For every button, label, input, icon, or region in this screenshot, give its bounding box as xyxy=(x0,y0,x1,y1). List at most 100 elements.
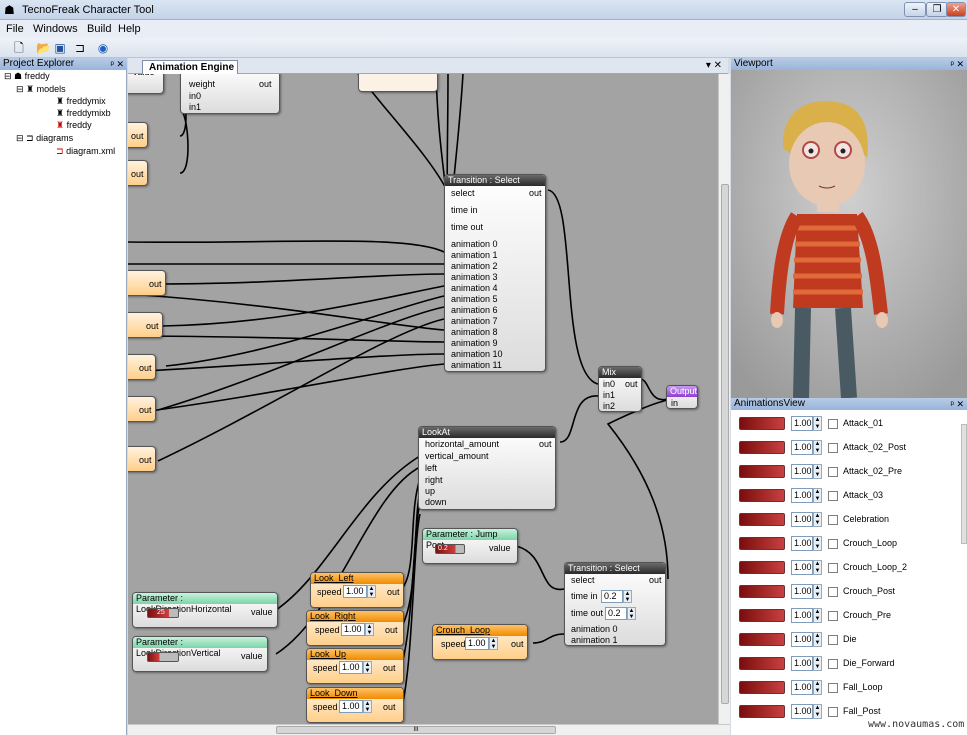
diagram-icon[interactable]: ⊐ xyxy=(73,41,87,55)
maximize-button[interactable]: ❐ xyxy=(926,2,948,17)
animation-enable-checkbox[interactable] xyxy=(828,707,838,717)
tree-item-freddymixb[interactable]: ♜ freddymixb xyxy=(56,108,111,119)
node-graph-canvas[interactable]: weight out in0 in1 value out out out out… xyxy=(128,74,718,725)
mix-node[interactable]: Mix in0 out in1 in2 xyxy=(598,366,642,412)
animation-enable-checkbox[interactable] xyxy=(828,539,838,549)
animation-weight-bar[interactable] xyxy=(739,681,785,694)
anim-node-a[interactable]: out xyxy=(128,122,148,148)
look-up-node[interactable]: Look_Up speed 1.00 ▲ ▼ out xyxy=(306,648,404,684)
animation-row[interactable]: 1.00 ▲ ▼ Crouch_Pre xyxy=(737,607,957,625)
speed-input[interactable]: 1.00 xyxy=(339,661,363,674)
panel-pin-close-icon[interactable]: ᵖ ✕ xyxy=(111,58,124,70)
menu-file[interactable]: File xyxy=(6,23,24,35)
animation-row[interactable]: 1.00 ▲ ▼ Attack_01 xyxy=(737,415,957,433)
animation-weight-bar[interactable] xyxy=(739,705,785,718)
animation-speed-spinner[interactable]: ▲ ▼ xyxy=(813,512,822,527)
animation-row[interactable]: 1.00 ▲ ▼ Crouch_Loop_2 xyxy=(737,559,957,577)
speed-spinner[interactable]: ▲ ▼ xyxy=(365,623,374,636)
jump-post-value-bar[interactable]: 0.2 xyxy=(435,544,465,554)
speed-input[interactable]: 1.00 xyxy=(465,637,489,650)
animation-enable-checkbox[interactable] xyxy=(828,419,838,429)
tree-item-diagrams[interactable]: ⊟ ⊐ diagrams xyxy=(16,133,73,144)
anim-node-e[interactable]: out xyxy=(128,354,156,380)
open-folder-icon[interactable]: 📂 xyxy=(36,41,51,55)
animation-weight-bar[interactable] xyxy=(739,609,785,622)
animation-weight-bar[interactable] xyxy=(739,513,785,526)
look-vertical-value-bar[interactable] xyxy=(147,652,179,662)
transition-select-node-2[interactable]: Transition : Select select out time in 0… xyxy=(564,562,666,646)
tab-animation-engine[interactable]: Animation Engine xyxy=(142,60,238,75)
anim-node-g[interactable]: out xyxy=(128,446,156,472)
animation-speed-spinner[interactable]: ▲ ▼ xyxy=(813,680,822,695)
animation-speed-spinner[interactable]: ▲ ▼ xyxy=(813,536,822,551)
animation-row[interactable]: 1.00 ▲ ▼ Fall_Loop xyxy=(737,679,957,697)
new-file-icon[interactable]: 🗋 xyxy=(12,41,26,55)
animation-speed-spinner[interactable]: ▲ ▼ xyxy=(813,608,822,623)
look-horizontal-value-bar[interactable]: 25 xyxy=(147,608,179,618)
crouch-loop-node[interactable]: Crouch_Loop speed 1.00 ▲ ▼ out xyxy=(432,624,528,660)
animation-speed-spinner[interactable]: ▲ ▼ xyxy=(813,656,822,671)
animation-row[interactable]: 1.00 ▲ ▼ Die xyxy=(737,631,957,649)
canvas-vertical-scrollbar[interactable] xyxy=(718,74,730,725)
save-icon[interactable]: ▣ xyxy=(53,41,67,55)
speed-spinner[interactable]: ▲ ▼ xyxy=(363,700,372,713)
animation-speed-input[interactable]: 1.00 xyxy=(791,560,813,575)
animation-row[interactable]: 1.00 ▲ ▼ Celebration xyxy=(737,511,957,529)
parameter-look-vertical-node[interactable]: Parameter : LookDirectionVertical value xyxy=(132,636,268,672)
animation-speed-input[interactable]: 1.00 xyxy=(791,416,813,431)
animation-speed-spinner[interactable]: ▲ ▼ xyxy=(813,584,822,599)
animation-weight-bar[interactable] xyxy=(739,633,785,646)
animation-weight-bar[interactable] xyxy=(739,585,785,598)
parameter-jump-post-node[interactable]: Parameter : Jump Post 0.2 value xyxy=(422,528,518,564)
animation-row[interactable]: 1.00 ▲ ▼ Attack_02_Post xyxy=(737,439,957,457)
animation-row[interactable]: 1.00 ▲ ▼ Crouch_Post xyxy=(737,583,957,601)
animation-enable-checkbox[interactable] xyxy=(828,587,838,597)
value-node-partial[interactable]: value xyxy=(128,74,164,94)
animation-enable-checkbox[interactable] xyxy=(828,683,838,693)
animation-enable-checkbox[interactable] xyxy=(828,491,838,501)
animation-weight-bar[interactable] xyxy=(739,465,785,478)
parameter-look-horizontal-node[interactable]: Parameter : LookDirectionHorizontal 25 v… xyxy=(132,592,278,628)
animation-enable-checkbox[interactable] xyxy=(828,443,838,453)
time-out-spinner[interactable]: ▲ ▼ xyxy=(627,607,636,620)
animation-speed-spinner[interactable]: ▲ ▼ xyxy=(813,464,822,479)
animations-scrollbar[interactable] xyxy=(961,424,967,544)
animation-weight-bar[interactable] xyxy=(739,489,785,502)
animation-speed-spinner[interactable]: ▲ ▼ xyxy=(813,632,822,647)
transition-select-node-1[interactable]: Transition : Select select out time in t… xyxy=(444,174,546,372)
speed-spinner[interactable]: ▲ ▼ xyxy=(363,661,372,674)
anim-node-c[interactable]: out xyxy=(128,270,166,296)
lookat-node[interactable]: LookAt horizontal_amount out vertical_am… xyxy=(418,426,556,510)
speed-spinner[interactable]: ▲ ▼ xyxy=(367,585,376,598)
anim-node-b[interactable]: out xyxy=(128,160,148,186)
animation-weight-bar[interactable] xyxy=(739,561,785,574)
anim-node-f[interactable]: out xyxy=(128,396,156,422)
menu-build[interactable]: Build xyxy=(87,23,111,35)
canvas-horizontal-scrollbar[interactable]: III xyxy=(128,724,730,735)
animation-speed-input[interactable]: 1.00 xyxy=(791,680,813,695)
animation-weight-bar[interactable] xyxy=(739,537,785,550)
speed-input[interactable]: 1.00 xyxy=(339,700,363,713)
animation-speed-input[interactable]: 1.00 xyxy=(791,464,813,479)
animation-speed-input[interactable]: 1.00 xyxy=(791,584,813,599)
viewport-panel[interactable] xyxy=(731,58,967,398)
animation-speed-input[interactable]: 1.00 xyxy=(791,488,813,503)
time-out-input[interactable]: 0.2 xyxy=(605,607,627,620)
output-node[interactable]: Output in xyxy=(666,385,698,409)
animation-speed-spinner[interactable]: ▲ ▼ xyxy=(813,704,822,719)
animation-enable-checkbox[interactable] xyxy=(828,611,838,621)
animation-speed-input[interactable]: 1.00 xyxy=(791,656,813,671)
weight-node[interactable]: weight out in0 in1 xyxy=(180,74,280,114)
speed-input[interactable]: 1.00 xyxy=(341,623,365,636)
speed-spinner[interactable]: ▲ ▼ xyxy=(489,637,498,650)
animation-speed-input[interactable]: 1.00 xyxy=(791,704,813,719)
animation-weight-bar[interactable] xyxy=(739,417,785,430)
animation-weight-bar[interactable] xyxy=(739,657,785,670)
time-in-input[interactable]: 0.2 xyxy=(601,590,623,603)
speed-input[interactable]: 1.00 xyxy=(343,585,367,598)
vertical-scroll-thumb[interactable] xyxy=(721,184,729,704)
time-in-spinner[interactable]: ▲ ▼ xyxy=(623,590,632,603)
look-down-node[interactable]: Look_Down speed 1.00 ▲ ▼ out xyxy=(306,687,404,723)
panel-pin-close-icon[interactable]: ᵖ ✕ xyxy=(951,398,964,410)
animation-row[interactable]: 1.00 ▲ ▼ Attack_03 xyxy=(737,487,957,505)
